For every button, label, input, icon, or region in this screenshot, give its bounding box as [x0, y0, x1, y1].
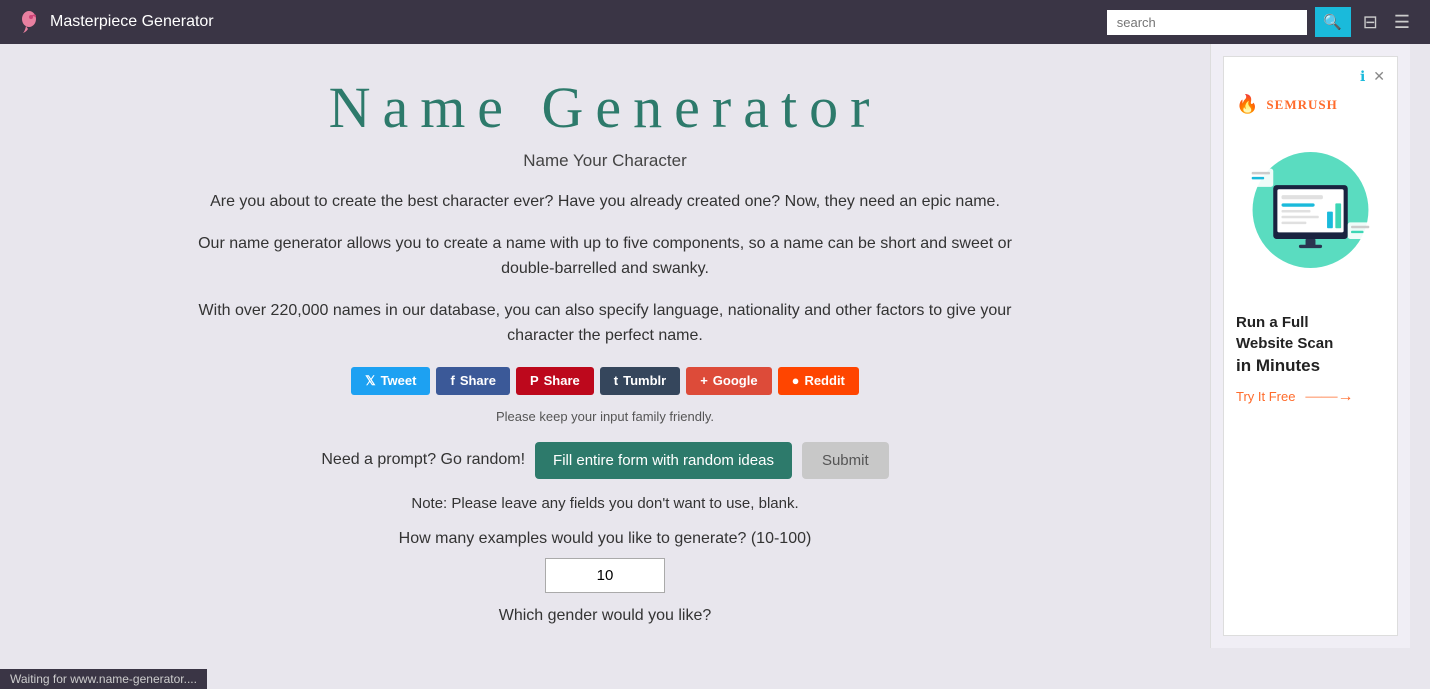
- facebook-icon: f: [450, 373, 454, 388]
- tumblr-button[interactable]: t Tumblr: [600, 367, 680, 395]
- reddit-icon: ●: [792, 373, 800, 388]
- menu-icon: ☰: [1394, 12, 1410, 32]
- search-input[interactable]: [1107, 10, 1307, 35]
- tumblr-icon: t: [614, 373, 618, 388]
- twitter-icon: 𝕏: [365, 373, 375, 389]
- note-text: Note: Please leave any fields you don't …: [20, 495, 1190, 512]
- page-title: Name Generator: [20, 74, 1190, 141]
- logo-area: Masterpiece Generator: [16, 9, 214, 35]
- search-icon: 🔍: [1323, 13, 1342, 31]
- examples-label: How many examples would you like to gene…: [20, 530, 1190, 548]
- ad-illustration: [1236, 125, 1385, 295]
- fill-random-button[interactable]: Fill entire form with random ideas: [535, 442, 792, 479]
- menu-button[interactable]: ☰: [1390, 8, 1414, 37]
- semrush-flame-icon: 🔥: [1236, 94, 1258, 115]
- ad-close-row: ℹ ✕: [1236, 69, 1385, 86]
- semrush-logo: SEMRUSH: [1266, 97, 1337, 113]
- status-bar: Waiting for www.name-generator....: [0, 669, 207, 689]
- ad-logo-row: 🔥 SEMRUSH: [1236, 94, 1385, 115]
- examples-input-wrap: [20, 558, 1190, 593]
- prompt-text: Need a prompt? Go random!: [321, 451, 525, 469]
- logo-icon: [16, 9, 42, 35]
- ad-box: ℹ ✕ 🔥 SEMRUSH: [1223, 56, 1398, 636]
- content-area: Name Generator Name Your Character Are y…: [0, 44, 1210, 648]
- ad-cta-text: Try It Free: [1236, 389, 1295, 404]
- pinterest-share-button[interactable]: P Share: [516, 367, 594, 395]
- site-title: Masterpiece Generator: [50, 13, 214, 31]
- search-button[interactable]: 🔍: [1315, 7, 1351, 37]
- sidebar: ℹ ✕ 🔥 SEMRUSH: [1210, 44, 1410, 648]
- facebook-share-button[interactable]: f Share: [436, 367, 509, 395]
- sliders-button[interactable]: ⊟: [1359, 8, 1382, 37]
- ad-cta-row: Try It Free ——→: [1236, 388, 1385, 406]
- examples-input[interactable]: [545, 558, 665, 593]
- ad-close-icon[interactable]: ✕: [1373, 69, 1385, 86]
- sliders-icon: ⊟: [1363, 12, 1378, 32]
- main-layout: Name Generator Name Your Character Are y…: [0, 44, 1430, 648]
- prompt-row: Need a prompt? Go random! Fill entire fo…: [20, 442, 1190, 479]
- tweet-button[interactable]: 𝕏 Tweet: [351, 367, 430, 395]
- description-3: With over 220,000 names in our database,…: [195, 298, 1015, 349]
- google-button[interactable]: + Google: [686, 367, 771, 395]
- description-1: Are you about to create the best charact…: [195, 189, 1015, 215]
- header: Masterpiece Generator 🔍 ⊟ ☰: [0, 0, 1430, 44]
- submit-button[interactable]: Submit: [802, 442, 889, 479]
- description-2: Our name generator allows you to create …: [195, 231, 1015, 282]
- google-icon: +: [700, 373, 708, 388]
- ad-info-icon[interactable]: ℹ: [1360, 69, 1365, 86]
- reddit-button[interactable]: ● Reddit: [778, 367, 859, 395]
- header-right: 🔍 ⊟ ☰: [1107, 7, 1414, 37]
- ad-headline: Run a Full Website Scan in Minutes: [1236, 312, 1385, 378]
- gender-label: Which gender would you like?: [20, 607, 1190, 625]
- page-subtitle: Name Your Character: [20, 151, 1190, 171]
- description-block: Are you about to create the best charact…: [195, 189, 1015, 349]
- pinterest-icon: P: [530, 373, 539, 388]
- ad-cta-arrow: ——→: [1305, 388, 1353, 406]
- family-notice: Please keep your input family friendly.: [20, 409, 1190, 424]
- social-buttons: 𝕏 Tweet f Share P Share t Tumblr + Googl…: [20, 367, 1190, 395]
